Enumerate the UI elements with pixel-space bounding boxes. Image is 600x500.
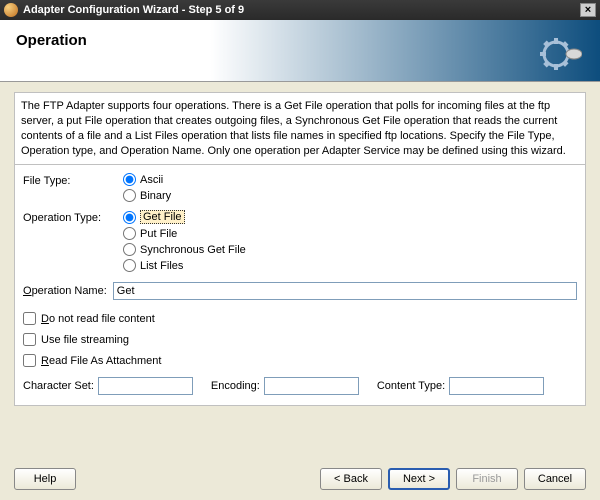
check-read-as-attachment-box[interactable] [23, 354, 36, 367]
charset-input[interactable] [98, 377, 193, 395]
content-type-input[interactable] [449, 377, 544, 395]
file-type-ascii[interactable]: Ascii [123, 173, 171, 186]
titlebar: Adapter Configuration Wizard - Step 5 of… [0, 0, 600, 20]
op-type-get-file-radio[interactable] [123, 211, 136, 224]
charset-field: Character Set: [23, 377, 193, 395]
gear-icon [538, 32, 582, 76]
description-text: The FTP Adapter supports four operations… [14, 92, 586, 165]
app-icon [4, 3, 18, 17]
encoding-label: Encoding: [211, 380, 260, 392]
operation-name-input[interactable] [113, 282, 577, 300]
finish-button: Finish [456, 468, 518, 490]
operation-type-label: Operation Type: [23, 210, 123, 224]
op-type-put-file-radio[interactable] [123, 227, 136, 240]
operation-name-label: Operation Name: [23, 285, 107, 297]
op-type-list-files[interactable]: List Files [123, 259, 246, 272]
op-type-sync-get-file-radio[interactable] [123, 243, 136, 256]
wizard-header: Operation [0, 20, 600, 82]
check-read-as-attachment[interactable]: Read File As Attachment [23, 354, 577, 367]
window-title: Adapter Configuration Wizard - Step 5 of… [23, 4, 244, 16]
content-type-label: Content Type: [377, 380, 445, 392]
file-type-label: File Type: [23, 173, 123, 187]
op-type-put-file[interactable]: Put File [123, 227, 246, 240]
content-type-field: Content Type: [377, 377, 544, 395]
check-use-streaming[interactable]: Use file streaming [23, 333, 577, 346]
checkbox-group: Do not read file content Use file stream… [23, 312, 577, 367]
op-type-sync-get-file[interactable]: Synchronous Get File [123, 243, 246, 256]
file-type-row: File Type: Ascii Binary [23, 173, 577, 202]
op-type-get-file[interactable]: Get File [123, 210, 246, 224]
close-icon[interactable]: × [580, 3, 596, 17]
back-button[interactable]: < Back [320, 468, 382, 490]
operation-name-row: Operation Name: [23, 282, 577, 300]
file-type-ascii-radio[interactable] [123, 173, 136, 186]
charset-label: Character Set: [23, 380, 94, 392]
encoding-input[interactable] [264, 377, 359, 395]
next-button[interactable]: Next > [388, 468, 450, 490]
form-area: File Type: Ascii Binary Operation Type: … [14, 165, 586, 406]
cancel-button[interactable]: Cancel [524, 468, 586, 490]
file-type-binary[interactable]: Binary [123, 189, 171, 202]
check-do-not-read[interactable]: Do not read file content [23, 312, 577, 325]
check-do-not-read-box[interactable] [23, 312, 36, 325]
page-title: Operation [16, 32, 584, 49]
button-bar: Help < Back Next > Finish Cancel [0, 459, 600, 499]
file-type-binary-radio[interactable] [123, 189, 136, 202]
encoding-field: Encoding: [211, 377, 359, 395]
attachment-fields: Character Set: Encoding: Content Type: [23, 377, 577, 395]
content-area: The FTP Adapter supports four operations… [0, 82, 600, 459]
check-use-streaming-box[interactable] [23, 333, 36, 346]
operation-type-row: Operation Type: Get File Put File Synchr… [23, 210, 577, 272]
help-button[interactable]: Help [14, 468, 76, 490]
op-type-list-files-radio[interactable] [123, 259, 136, 272]
